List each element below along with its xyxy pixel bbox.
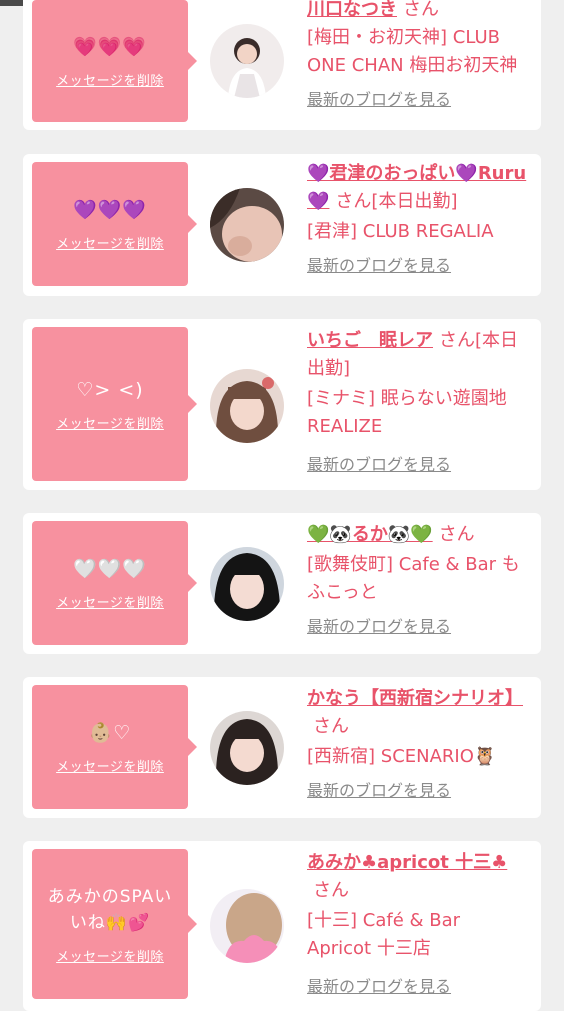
latest-blog-link[interactable]: 最新のブログを見る [307,451,529,479]
message-bubble: 🤍🤍🤍 メッセージを削除 [32,521,197,645]
avatar[interactable] [210,547,284,621]
avatar[interactable] [210,889,284,963]
message-text: 💗💗💗 [73,35,147,58]
message-text: 🤍🤍🤍 [73,557,147,580]
shop-info: [君津] CLUB REGALIA [307,221,494,242]
honorific: さん [403,0,439,20]
delete-message-link[interactable]: メッセージを削除 [56,756,164,775]
member-info: 💚🐼るか🐼💚 さん [歌舞伎町] Cafe & Bar もふこっと 最新のブログを… [307,521,529,641]
shop-info: [梅田・お初天神] CLUB ONE CHAN 梅田お初天神 [307,27,518,76]
message-text: ♡> <) [76,378,144,401]
message-bubble: 💜💜💜 メッセージを削除 [32,162,197,286]
message-card: ♡> <) メッセージを削除 いちご 眠レア さん[本日出勤] [ミナミ] 眠らな… [23,319,541,490]
avatar[interactable] [210,188,284,262]
honorific: さん [313,716,349,737]
delete-message-link[interactable]: メッセージを削除 [56,413,164,432]
message-card: あみかのSPAいいね🙌💕 メッセージを削除 あみか♣apricot 十三♣ さん … [23,841,541,1011]
avatar[interactable] [210,711,284,785]
delete-message-link[interactable]: メッセージを削除 [56,233,164,252]
delete-message-link[interactable]: メッセージを削除 [56,946,164,965]
message-card: 💗💗💗 メッセージを削除 川口なつき さん [梅田・お初天神] CLUB ONE … [23,0,541,130]
delete-message-link[interactable]: メッセージを削除 [56,592,164,611]
delete-message-link[interactable]: メッセージを削除 [56,70,164,89]
shop-info: [西新宿] SCENARIO🦉 [307,746,497,767]
latest-blog-link[interactable]: 最新のブログを見る [307,252,529,280]
member-name-link[interactable]: かなう【西新宿シナリオ】 [307,688,523,709]
latest-blog-link[interactable]: 最新のブログを見る [307,777,529,805]
avatar[interactable] [210,369,284,443]
message-card: 🤍🤍🤍 メッセージを削除 💚🐼るか🐼💚 さん [歌舞伎町] Cafe & Bar … [23,513,541,654]
message-text: あみかのSPAいいね🙌💕 [47,886,173,933]
message-text: 👶🏼♡ [88,721,132,744]
avatar[interactable] [210,24,284,98]
member-name-link[interactable]: あみか♣apricot 十三♣ [307,852,507,873]
honorific: さん [438,524,475,545]
member-name-link[interactable]: 💚🐼るか🐼💚 [307,524,433,545]
latest-blog-link[interactable]: 最新のブログを見る [307,613,529,641]
member-info: あみか♣apricot 十三♣ さん [十三] Café & Bar Aprico… [307,849,529,1001]
shop-info: [ミナミ] 眠らない遊園地REALIZE [307,388,507,437]
message-bubble: あみかのSPAいいね🙌💕 メッセージを削除 [32,849,197,999]
message-text: 💜💜💜 [73,198,147,221]
honorific: さん [313,880,349,901]
latest-blog-link[interactable]: 最新のブログを見る [307,86,529,114]
member-info: 💜君津のおっぱい💜Ruru💜 さん[本日出勤] [君津] CLUB REGALIA… [307,160,529,280]
latest-blog-link[interactable]: 最新のブログを見る [307,973,529,1001]
honorific: さん[本日出勤] [335,191,458,212]
member-info: 川口なつき さん [梅田・お初天神] CLUB ONE CHAN 梅田お初天神 最… [307,0,529,114]
member-info: かなう【西新宿シナリオ】さん [西新宿] SCENARIO🦉 最新のブログを見る [307,685,529,805]
message-card: 💜💜💜 メッセージを削除 💜君津のおっぱい💜Ruru💜 さん[本日出勤] [君津]… [23,154,541,296]
message-bubble: ♡> <) メッセージを削除 [32,327,197,481]
member-info: いちご 眠レア さん[本日出勤] [ミナミ] 眠らない遊園地REALIZE 最新の… [307,327,529,479]
member-name-link[interactable]: いちご 眠レア [307,330,433,351]
message-bubble: 👶🏼♡ メッセージを削除 [32,685,197,809]
shop-info: [歌舞伎町] Cafe & Bar もふこっと [307,554,520,603]
message-card: 👶🏼♡ メッセージを削除 かなう【西新宿シナリオ】さん [西新宿] SCENAR… [23,677,541,818]
shop-info: [十三] Café & Bar Apricot 十三店 [307,910,461,959]
member-name-link[interactable]: 川口なつき [307,0,397,20]
message-bubble: 💗💗💗 メッセージを削除 [32,0,197,122]
